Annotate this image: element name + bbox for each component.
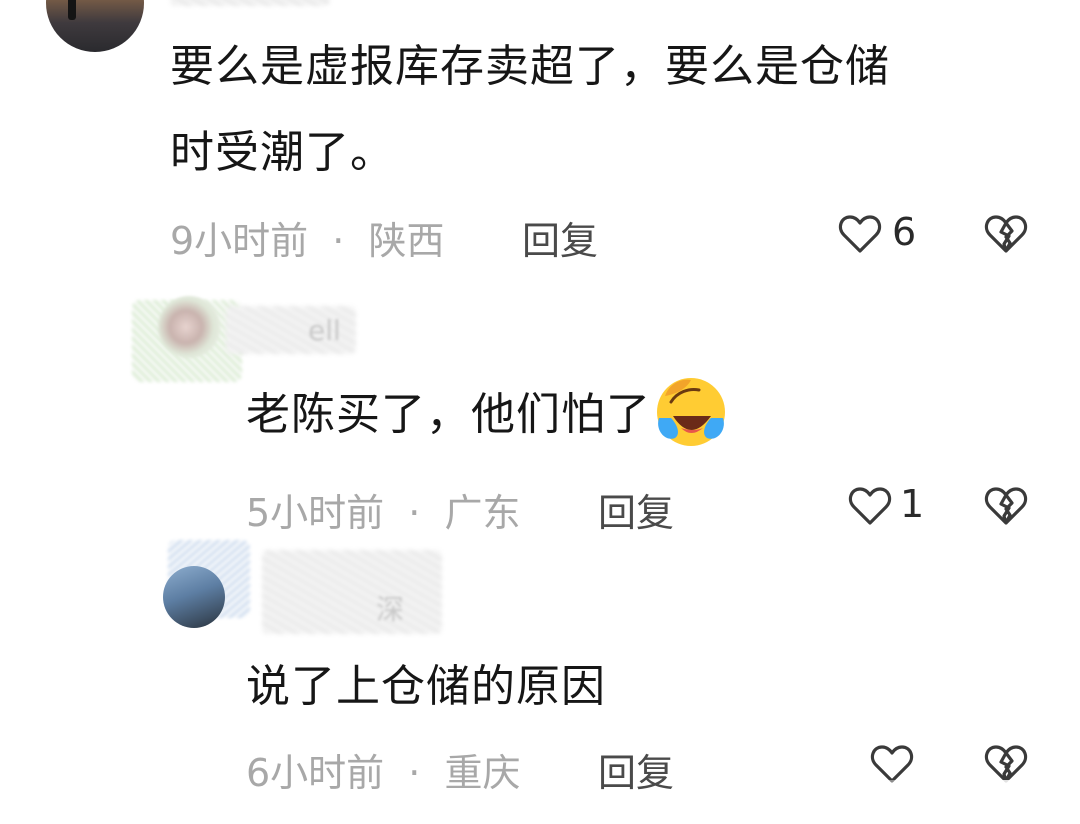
comment-location: 广东 (444, 491, 521, 535)
comment-time: 5小时前 (246, 491, 385, 535)
reply-button[interactable]: 回复 (598, 742, 674, 797)
dislike-button[interactable] (984, 486, 1028, 526)
meta-separator: · (332, 219, 345, 263)
heart-icon (848, 487, 892, 525)
comment-meta: 9小时前 · 陕西 (170, 210, 444, 265)
comment-location: 陕西 (368, 219, 445, 263)
avatar[interactable] (46, 0, 144, 52)
comment-meta: 6小时前 · 重庆 (246, 742, 520, 797)
like-count: 6 (892, 210, 917, 254)
comment-meta: 5小时前 · 广东 (246, 482, 520, 537)
crying-laughing-emoji (651, 372, 729, 450)
dislike-button[interactable] (984, 214, 1028, 254)
heart-icon (870, 745, 914, 783)
avatar[interactable] (163, 566, 225, 628)
comment-time: 9小时前 (170, 219, 309, 263)
like-button[interactable] (838, 214, 882, 254)
comment-time: 6小时前 (246, 751, 385, 795)
reply-button[interactable]: 回复 (522, 210, 598, 265)
broken-heart-icon (984, 745, 1028, 783)
username-blurred[interactable] (170, 0, 330, 6)
comment-text-line: 时受潮了。 (170, 127, 395, 178)
comment-text-line: 老陈买了，他们怕了 (246, 374, 729, 456)
dislike-button[interactable] (984, 744, 1028, 784)
username-blurred[interactable] (262, 550, 442, 634)
reply-button[interactable]: 回复 (598, 482, 674, 537)
watermark-overlay (850, 780, 1060, 810)
avatar[interactable] (158, 296, 220, 358)
comment-text: 老陈买了，他们怕了 (246, 389, 651, 440)
comment-text-line: 说了上仓储的原因 (246, 661, 606, 712)
broken-heart-icon (984, 215, 1028, 253)
like-button[interactable] (870, 744, 914, 784)
avatar-figure (68, 0, 76, 20)
username[interactable]: 深 (376, 588, 404, 628)
broken-heart-icon (984, 487, 1028, 525)
meta-separator: · (408, 751, 421, 795)
username[interactable]: ell (308, 314, 341, 347)
comment-location: 重庆 (444, 751, 521, 795)
heart-icon (838, 215, 882, 253)
like-button[interactable] (848, 486, 892, 526)
like-count: 1 (900, 482, 925, 526)
comment-text-line: 要么是虚报库存卖超了，要么是仓储 (170, 41, 890, 92)
meta-separator: · (408, 491, 421, 535)
